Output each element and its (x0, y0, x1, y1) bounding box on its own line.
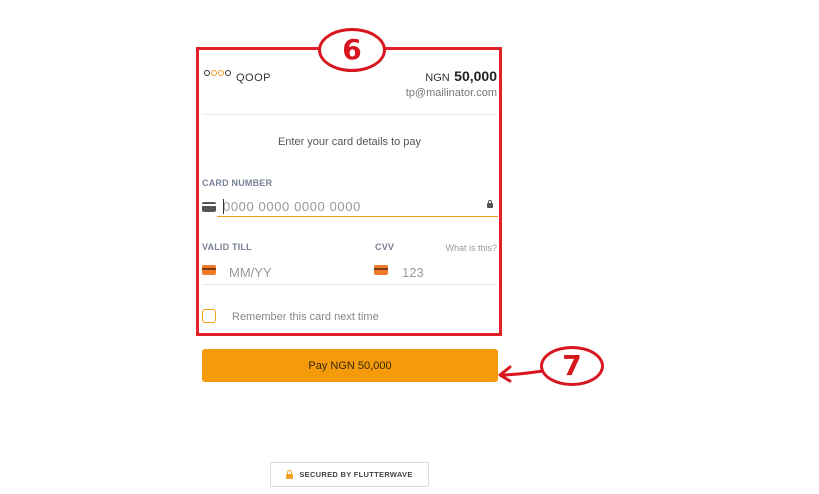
valid-till-label: VALID TILL (202, 242, 252, 252)
lock-icon (286, 469, 294, 479)
card-number-input[interactable] (217, 197, 498, 217)
remember-card-checkbox[interactable] (202, 309, 216, 323)
annotation-marker-6: 6 (318, 28, 386, 72)
merchant-logo (204, 70, 231, 76)
annotation-marker-7: 7 (540, 346, 604, 386)
secured-text: SECURED BY FLUTTERWAVE (299, 470, 413, 479)
card-icon (202, 202, 216, 212)
card-number-label: CARD NUMBER (202, 178, 273, 188)
card-instruction: Enter your card details to pay (277, 136, 422, 148)
lock-icon (487, 200, 493, 208)
payment-amount: NGN 50,000 (425, 68, 497, 86)
currency-code: NGN (425, 72, 450, 84)
expiry-input[interactable] (229, 263, 349, 281)
secured-badge: SECURED BY FLUTTERWAVE (270, 462, 429, 487)
remember-card-label: Remember this card next time (232, 311, 379, 323)
merchant-name: QOOP (236, 72, 272, 84)
amount-value: 50,000 (454, 68, 497, 84)
expiry-card-icon (202, 265, 216, 275)
pay-button[interactable]: Pay NGN 50,000 (202, 349, 498, 382)
text-cursor (223, 199, 224, 214)
fields-divider (202, 284, 497, 285)
annotation-arrow (498, 365, 545, 383)
header-divider (202, 114, 497, 115)
cvv-label: CVV (375, 242, 395, 252)
customer-email: tp@mailinator.com (405, 87, 497, 99)
cvv-input[interactable] (402, 263, 492, 281)
cvv-card-icon (374, 265, 388, 275)
cvv-help-link[interactable]: What is this? (445, 243, 497, 253)
